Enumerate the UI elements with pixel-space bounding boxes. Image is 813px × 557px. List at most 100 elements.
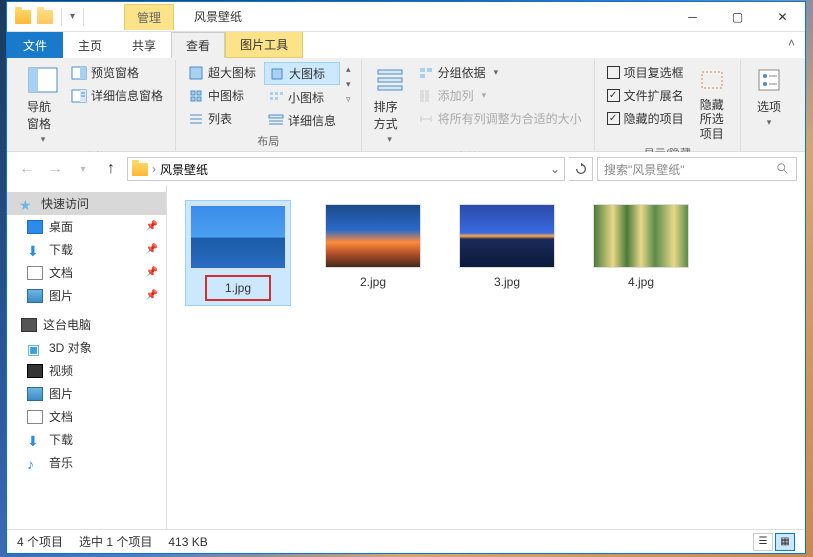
- close-button[interactable]: ✕: [760, 2, 805, 32]
- file-list[interactable]: 1.jpg 2.jpg 3.jpg 4.jpg: [167, 186, 805, 529]
- file-name[interactable]: 2.jpg: [354, 274, 392, 290]
- explorer-window: ▾ 管理 风景壁纸 ─ ▢ ✕ 文件 主页 共享 查看 图片工具 ˄ 导航窗格 …: [6, 1, 806, 554]
- sidebar-music[interactable]: ♪音乐: [7, 451, 166, 474]
- sidebar-pictures-2[interactable]: 图片: [7, 382, 166, 405]
- hide-selected-label: 隐藏 所选项目: [696, 98, 728, 141]
- item-checkboxes-toggle[interactable]: 项目复选框: [603, 62, 688, 83]
- layout-scroll-down[interactable]: ▾: [344, 77, 353, 92]
- search-icon: [776, 162, 790, 176]
- checkbox-icon: ✓: [607, 89, 620, 102]
- picture-icon: [27, 289, 43, 303]
- hidden-items-toggle[interactable]: ✓隐藏的项目: [603, 108, 688, 129]
- details-button[interactable]: 详细信息: [264, 110, 340, 131]
- ribbon-collapse-button[interactable]: ˄: [778, 32, 805, 58]
- sidebar-quick-access[interactable]: ★快速访问: [7, 192, 166, 215]
- file-item[interactable]: 3.jpg: [455, 200, 559, 294]
- address-dropdown-button[interactable]: ⌄: [550, 162, 560, 176]
- file-name[interactable]: 1.jpg: [205, 275, 271, 301]
- large-icons-button[interactable]: 大图标: [264, 62, 340, 85]
- status-selection: 选中 1 个项目: [79, 533, 152, 550]
- ribbon-group-panes: 导航窗格 ▾ 预览窗格 详细信息窗格 窗格: [15, 60, 176, 151]
- ribbon-group-layout: 超大图标 中图标 列表 大图标 小图标 详细信息 ▴ ▾ ▿ 布局: [176, 60, 362, 151]
- ribbon-group-show-hide: 项目复选框 ✓文件扩展名 ✓隐藏的项目 隐藏 所选项目 显示/隐藏: [595, 60, 741, 151]
- add-columns-button: 添加列▾: [414, 85, 586, 106]
- thumbnail: [190, 205, 286, 269]
- menu-bar: 文件 主页 共享 查看 图片工具 ˄: [7, 32, 805, 58]
- menu-picture-tools[interactable]: 图片工具: [225, 32, 303, 58]
- maximize-button[interactable]: ▢: [715, 2, 760, 32]
- file-item[interactable]: 1.jpg: [185, 200, 291, 306]
- window-title: 风景壁纸: [194, 8, 242, 25]
- layout-group-label: 布局: [184, 131, 353, 151]
- context-tab-manage[interactable]: 管理: [124, 4, 174, 30]
- star-icon: ★: [19, 197, 35, 211]
- back-button[interactable]: ←: [15, 157, 39, 181]
- menu-share[interactable]: 共享: [117, 32, 171, 58]
- refresh-button[interactable]: [569, 157, 593, 181]
- thumbnail: [593, 204, 689, 268]
- checkbox-icon: ✓: [607, 112, 620, 125]
- menu-file[interactable]: 文件: [7, 32, 63, 58]
- breadcrumb-item[interactable]: 风景壁纸: [160, 161, 208, 178]
- details-pane-button[interactable]: 详细信息窗格: [67, 85, 167, 106]
- sidebar-pictures[interactable]: 图片📌: [7, 284, 166, 307]
- layout-expand[interactable]: ▿: [344, 92, 353, 107]
- sidebar-3d-objects[interactable]: ▣3D 对象: [7, 336, 166, 359]
- file-name[interactable]: 4.jpg: [622, 274, 660, 290]
- ribbon-group-current-view: 排序方式 ▾ 分组依据▾ 添加列▾ 将所有列调整为合适的大小 当前视图: [362, 60, 595, 151]
- app-icon: [15, 10, 31, 24]
- group-by-button[interactable]: 分组依据▾: [414, 62, 586, 83]
- pin-icon: 📌: [146, 244, 158, 255]
- address-input[interactable]: › 风景壁纸 ⌄: [127, 157, 565, 181]
- ribbon-group-options: 选项 ▾: [741, 60, 797, 151]
- document-icon: [27, 266, 43, 280]
- download-icon: ⬇: [27, 433, 43, 447]
- document-icon: [27, 410, 43, 424]
- sidebar-downloads-2[interactable]: ⬇下载: [7, 428, 166, 451]
- search-placeholder: 搜索"风景壁纸": [604, 161, 685, 178]
- qat-customize-icon[interactable]: ▾: [70, 11, 75, 22]
- size-columns-button: 将所有列调整为合适的大小: [414, 108, 586, 129]
- nav-pane-label: 导航窗格: [27, 98, 59, 132]
- options-label: 选项: [757, 98, 781, 115]
- hide-selected-button[interactable]: 隐藏 所选项目: [692, 62, 732, 143]
- sidebar-this-pc[interactable]: 这台电脑: [7, 313, 166, 336]
- file-item[interactable]: 2.jpg: [321, 200, 425, 294]
- status-item-count: 4 个项目: [17, 533, 63, 550]
- status-size: 413 KB: [168, 535, 207, 549]
- sidebar-documents[interactable]: 文档📌: [7, 261, 166, 284]
- picture-icon: [27, 387, 43, 401]
- small-icons-button[interactable]: 小图标: [264, 87, 340, 108]
- nav-pane-button[interactable]: 导航窗格 ▾: [23, 62, 63, 147]
- music-icon: ♪: [27, 456, 43, 470]
- options-button[interactable]: 选项 ▾: [749, 62, 789, 130]
- view-icons-button[interactable]: ▦: [775, 533, 795, 551]
- recent-locations-button[interactable]: ▾: [71, 157, 95, 181]
- search-input[interactable]: 搜索"风景壁纸": [597, 157, 797, 181]
- breadcrumb-sep[interactable]: ›: [152, 162, 156, 176]
- sidebar-downloads[interactable]: ⬇下载📌: [7, 238, 166, 261]
- menu-view[interactable]: 查看: [171, 32, 225, 58]
- preview-pane-button[interactable]: 预览窗格: [67, 62, 167, 83]
- file-ext-toggle[interactable]: ✓文件扩展名: [603, 85, 688, 106]
- sidebar-documents-2[interactable]: 文档: [7, 405, 166, 428]
- medium-icons-button[interactable]: 中图标: [184, 85, 260, 106]
- qat-open-icon[interactable]: [37, 10, 53, 24]
- ribbon: 导航窗格 ▾ 预览窗格 详细信息窗格 窗格 超大图标 中图标 列表 大图标: [7, 58, 805, 152]
- cube-icon: ▣: [27, 341, 43, 355]
- folder-icon: [132, 163, 148, 176]
- sort-by-button[interactable]: 排序方式 ▾: [370, 62, 410, 147]
- menu-home[interactable]: 主页: [63, 32, 117, 58]
- file-name[interactable]: 3.jpg: [488, 274, 526, 290]
- sidebar-videos[interactable]: 视频: [7, 359, 166, 382]
- up-button[interactable]: ↑: [99, 157, 123, 181]
- file-item[interactable]: 4.jpg: [589, 200, 693, 294]
- view-details-button[interactable]: ☰: [753, 533, 773, 551]
- sidebar-desktop[interactable]: 桌面📌: [7, 215, 166, 238]
- extra-large-icons-button[interactable]: 超大图标: [184, 62, 260, 83]
- video-icon: [27, 364, 43, 378]
- desktop-icon: [27, 220, 43, 234]
- layout-scroll-up[interactable]: ▴: [344, 62, 353, 77]
- minimize-button[interactable]: ─: [670, 2, 715, 32]
- list-button[interactable]: 列表: [184, 108, 260, 129]
